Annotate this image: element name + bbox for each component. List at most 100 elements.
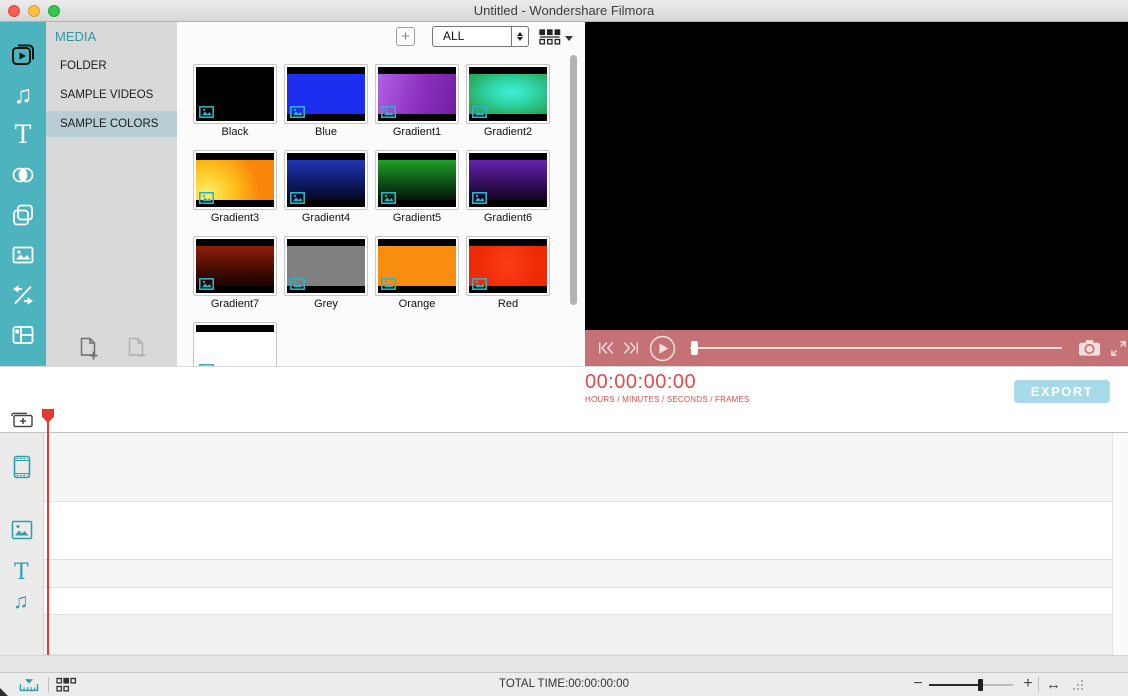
split-screen-icon — [10, 322, 36, 348]
sidebar-item-elements[interactable] — [0, 235, 46, 275]
media-item-label: Grey — [284, 296, 368, 312]
sidebar-item-split[interactable] — [0, 275, 46, 315]
media-nav-item[interactable]: FOLDER — [46, 53, 177, 79]
media-thumbnail — [193, 64, 277, 124]
minimize-button[interactable] — [28, 5, 40, 17]
media-icon — [10, 42, 36, 68]
film-track-icon[interactable] — [10, 454, 34, 480]
media-item[interactable]: Orange — [375, 236, 459, 312]
timeline-zoom-slider[interactable] — [929, 684, 1013, 686]
seek-handle[interactable] — [691, 341, 698, 355]
main-sidebar: ♫T — [0, 22, 46, 366]
preview-panel — [585, 22, 1128, 366]
media-nav-panel: MEDIA FOLDER SAMPLE VIDEOS SAMPLE COLORS — [46, 22, 177, 366]
media-item-label: Gradient2 — [466, 124, 550, 140]
next-frame-button[interactable] — [622, 340, 640, 356]
sidebar-item-transitions[interactable] — [0, 155, 46, 195]
image-badge-icon — [381, 106, 396, 118]
timeline-scrollbar[interactable] — [1112, 433, 1128, 655]
media-item[interactable]: Gradient4 — [284, 150, 368, 226]
sidebar-item-split-screen[interactable] — [0, 315, 46, 355]
image-badge-icon — [290, 192, 305, 204]
squares-overlap-icon — [10, 202, 36, 228]
music-track-icon[interactable]: ♫ — [13, 591, 29, 612]
media-thumbnail — [284, 236, 368, 296]
sidebar-item-media[interactable] — [0, 35, 46, 75]
text-track[interactable] — [44, 560, 1128, 588]
media-item[interactable]: Gradient1 — [375, 64, 459, 140]
remove-file-icon[interactable] — [125, 336, 147, 360]
add-button[interactable]: + — [396, 27, 415, 46]
swap-arrows-icon — [10, 282, 36, 308]
snapshot-camera-icon[interactable] — [1078, 339, 1101, 357]
zoom-out-button[interactable]: − — [910, 673, 926, 695]
image-badge-icon — [290, 278, 305, 290]
image-badge-icon — [381, 278, 396, 290]
close-button[interactable] — [8, 5, 20, 17]
media-item[interactable]: Blue — [284, 64, 368, 140]
sidebar-item-text[interactable]: T — [0, 115, 46, 155]
image-badge-icon — [199, 278, 214, 290]
media-item-label: Red — [466, 296, 550, 312]
export-button[interactable]: EXPORT — [1014, 380, 1110, 403]
timeline-ruler[interactable] — [0, 408, 1128, 433]
media-thumbnail — [466, 236, 550, 296]
sidebar-item-music[interactable]: ♫ — [0, 75, 46, 115]
music-note-icon: ♫ — [14, 83, 33, 108]
media-thumbnail — [375, 64, 459, 124]
image-badge-icon — [199, 106, 214, 118]
media-item[interactable]: Gradient7 — [193, 236, 277, 312]
zoom-in-button[interactable]: + — [1020, 673, 1036, 695]
stepper-icon[interactable] — [511, 27, 528, 46]
image-track-icon[interactable] — [11, 520, 33, 540]
seek-track — [690, 347, 1062, 349]
media-item-label: Orange — [375, 296, 459, 312]
playhead-line[interactable] — [47, 421, 49, 655]
scrollbar[interactable] — [570, 55, 577, 305]
track-header-column: T ♫ — [0, 433, 44, 655]
media-item[interactable]: Black — [193, 64, 277, 140]
media-item[interactable]: White — [193, 322, 277, 366]
fullscreen-icon[interactable] — [1110, 340, 1127, 357]
resize-grip-icon[interactable] — [1072, 679, 1084, 691]
media-thumbnail — [284, 64, 368, 124]
zoom-slider-handle[interactable] — [978, 679, 983, 691]
title-bar: Untitled - Wondershare Filmora — [0, 0, 1128, 22]
window-title: Untitled - Wondershare Filmora — [0, 0, 1128, 21]
media-thumbnail — [284, 150, 368, 210]
previous-frame-button[interactable] — [597, 340, 615, 356]
pip-track[interactable] — [44, 502, 1128, 560]
timecode-caption: HOURS / MINUTES / SECONDS / FRAMES — [585, 395, 750, 404]
media-item[interactable]: Gradient5 — [375, 150, 459, 226]
filter-dropdown[interactable]: ALL — [432, 26, 529, 47]
text-track-icon[interactable]: T — [14, 562, 29, 584]
music-track[interactable] — [44, 588, 1128, 615]
media-item[interactable]: Red — [466, 236, 550, 312]
play-button[interactable] — [649, 335, 676, 362]
sidebar-item-overlays[interactable] — [0, 195, 46, 235]
media-nav-item[interactable]: SAMPLE COLORS — [46, 111, 177, 137]
image-badge-icon — [472, 192, 487, 204]
preview-top-strip — [585, 22, 1128, 27]
media-item-label: Gradient3 — [193, 210, 277, 226]
media-thumbnail — [466, 64, 550, 124]
image-icon — [10, 242, 36, 268]
view-mode-button[interactable] — [539, 29, 573, 45]
zoom-button[interactable] — [48, 5, 60, 17]
empty-track-area[interactable] — [44, 615, 1128, 655]
timeline-footer-strip — [0, 655, 1128, 672]
media-item[interactable]: Grey — [284, 236, 368, 312]
media-item[interactable]: Gradient3 — [193, 150, 277, 226]
media-item[interactable]: Gradient2 — [466, 64, 550, 140]
grid-view-icon — [539, 29, 561, 45]
media-item[interactable]: Gradient6 — [466, 150, 550, 226]
seek-slider[interactable] — [690, 341, 1062, 355]
media-nav-item[interactable]: SAMPLE VIDEOS — [46, 82, 177, 108]
playback-controls — [585, 330, 1128, 366]
fit-timeline-icon[interactable]: ↔ — [1046, 673, 1061, 696]
video-track[interactable] — [44, 433, 1128, 502]
media-panel-title: MEDIA — [46, 22, 177, 50]
import-file-icon[interactable] — [77, 336, 99, 360]
add-track-icon[interactable] — [9, 411, 35, 429]
media-thumbnail — [375, 236, 459, 296]
